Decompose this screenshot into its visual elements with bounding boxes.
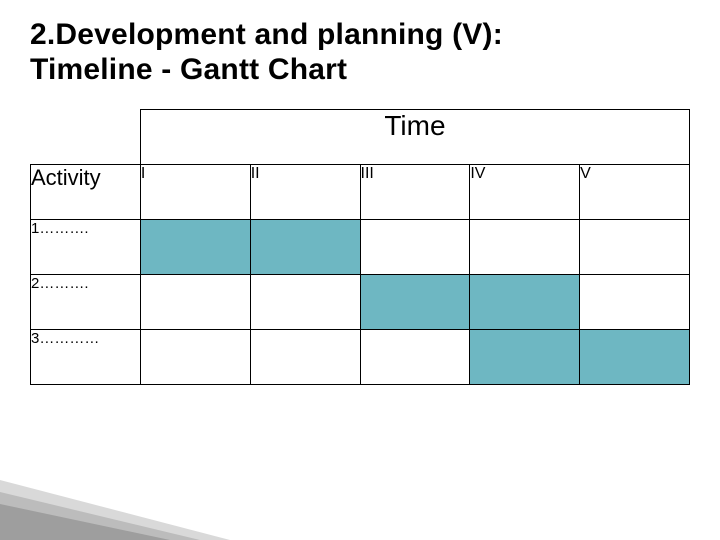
gantt-cell — [470, 330, 580, 385]
corner-accent-icon — [0, 470, 230, 540]
col-head-4: IV — [470, 165, 580, 220]
activity-header: Activity — [31, 165, 141, 220]
row-label: 3………… — [31, 330, 141, 385]
col-head-1: I — [140, 165, 250, 220]
table-row: 2………. — [31, 275, 690, 330]
table-row: 1………. — [31, 220, 690, 275]
gantt-table: Time Activity I II III IV V 1………. — [30, 109, 690, 385]
row-label: 2………. — [31, 275, 141, 330]
gantt-cell — [140, 220, 250, 275]
gantt-cell — [360, 330, 470, 385]
gantt-cell — [470, 275, 580, 330]
gantt-cell — [250, 220, 360, 275]
gantt-cell — [360, 275, 470, 330]
col-head-5: V — [580, 165, 690, 220]
gantt-chart: Time Activity I II III IV V 1………. — [30, 109, 690, 385]
title-line-1: 2.Development and planning (V): — [30, 18, 503, 51]
table-row: 3………… — [31, 330, 690, 385]
gantt-cell — [580, 330, 690, 385]
gantt-cell — [140, 330, 250, 385]
col-head-3: III — [360, 165, 470, 220]
gantt-cell — [140, 275, 250, 330]
gantt-cell — [250, 330, 360, 385]
blank-top-left — [31, 110, 141, 165]
gantt-cell — [580, 275, 690, 330]
gantt-cell — [580, 220, 690, 275]
title-line-2: Timeline - Gantt Chart — [30, 53, 347, 86]
time-header-row: Time — [31, 110, 690, 165]
col-head-2: II — [250, 165, 360, 220]
gantt-cell — [360, 220, 470, 275]
slide-title: 2.Development and planning (V): Timeline… — [30, 18, 690, 87]
column-header-row: Activity I II III IV V — [31, 165, 690, 220]
time-header: Time — [140, 110, 689, 165]
row-label: 1………. — [31, 220, 141, 275]
gantt-cell — [470, 220, 580, 275]
gantt-cell — [250, 275, 360, 330]
